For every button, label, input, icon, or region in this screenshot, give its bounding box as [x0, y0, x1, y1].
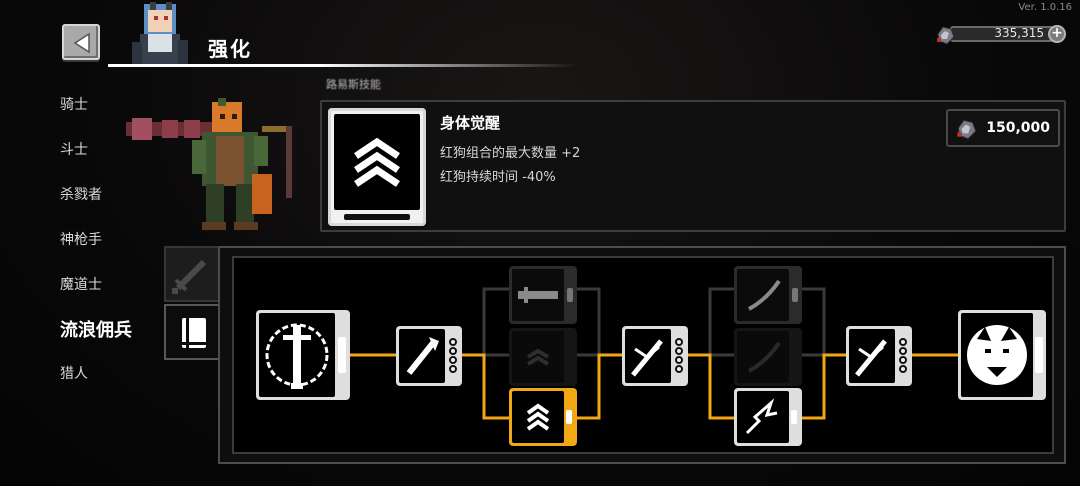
version-label: Ver. 1.0.16 — [1018, 2, 1072, 13]
gem-ore-icon — [957, 119, 977, 140]
currency-display: 335,315 + — [934, 24, 1066, 45]
class-item-slayer[interactable]: 杀戮者 — [60, 184, 102, 204]
character-portrait — [132, 2, 188, 64]
upgrade-cost-amount: 150,000 — [986, 120, 1050, 136]
skill-node-2b[interactable] — [509, 328, 577, 386]
node-side-bar — [338, 337, 346, 373]
wolf-head-icon — [967, 325, 1027, 385]
class-item-gunner[interactable]: 神枪手 — [60, 229, 102, 249]
node-side-bar — [792, 288, 798, 302]
node-face — [512, 391, 564, 443]
skill-node-4b[interactable] — [734, 328, 802, 386]
skill-node-2a[interactable] — [509, 266, 577, 324]
node-face — [259, 313, 335, 397]
node-face — [961, 313, 1033, 397]
class-item-mage[interactable]: 魔道士 — [60, 274, 102, 294]
node-side-bar — [567, 288, 573, 302]
node-side-bar — [791, 410, 797, 424]
tab-skills[interactable] — [164, 304, 220, 360]
lightning-slash-icon — [745, 398, 778, 435]
class-item-fighter[interactable]: 斗士 — [60, 139, 88, 159]
triple-chevron-up-icon — [526, 348, 550, 366]
sword-icon — [172, 259, 207, 294]
gem-ore-icon — [937, 26, 955, 45]
node-face — [399, 329, 445, 383]
upgrade-screen: Ver. 1.0.16 强化 335,315 + 骑士 斗士 杀戮者 神枪手 魔… — [0, 0, 1080, 486]
detail-header: 路易斯技能 — [326, 78, 381, 91]
sword-ring-icon — [265, 323, 329, 389]
node-level-pips — [899, 338, 909, 374]
node-face — [849, 329, 895, 383]
node-face — [737, 269, 789, 321]
book-icon — [182, 318, 206, 348]
skill-effect-2: 红狗持续时间 -40% — [440, 170, 556, 185]
class-item-knight[interactable]: 骑士 — [60, 94, 88, 114]
skill-node-1[interactable] — [396, 326, 462, 386]
skill-node-2c[interactable] — [509, 388, 577, 446]
skill-node-4c[interactable] — [734, 388, 802, 446]
tab-weapon[interactable] — [164, 246, 220, 302]
skill-name: 身体觉醒 — [440, 114, 501, 132]
slash-strike-icon — [631, 339, 663, 377]
back-button[interactable] — [62, 24, 100, 60]
skill-node-3[interactable] — [622, 326, 688, 386]
skill-node-root[interactable] — [256, 310, 350, 400]
skill-effect-1: 红狗组合的最大数量 +2 — [440, 146, 581, 161]
skill-tree — [232, 256, 1054, 454]
hero-sprite — [126, 98, 292, 230]
node-side-bar — [1035, 337, 1043, 373]
triple-chevron-up-icon — [354, 137, 400, 187]
upgrade-cost-button[interactable]: 150,000 — [946, 109, 1060, 147]
skill-detail-icon-frame — [328, 108, 426, 226]
node-level-pips — [675, 338, 685, 374]
broad-blade-icon — [518, 287, 558, 303]
title-underline — [108, 64, 578, 67]
page-title: 强化 — [208, 37, 252, 61]
node-face — [512, 269, 564, 321]
skill-node-5[interactable] — [846, 326, 912, 386]
class-item-mercenary[interactable]: 流浪佣兵 — [60, 316, 132, 342]
plus-icon[interactable]: + — [1048, 25, 1066, 43]
node-level-pips — [449, 338, 459, 374]
node-face — [737, 331, 789, 383]
node-face — [512, 331, 564, 383]
curved-blade-icon — [748, 279, 781, 311]
curved-blade-icon — [748, 341, 781, 373]
skill-node-4a[interactable] — [734, 266, 802, 324]
class-item-hunter[interactable]: 猎人 — [60, 363, 88, 383]
node-face — [625, 329, 671, 383]
skill-detail-icon-bg — [334, 114, 420, 210]
slash-strike-icon — [855, 339, 887, 377]
node-side-bar — [566, 410, 572, 424]
skill-detail-icon-foot — [344, 214, 410, 220]
back-arrow-icon — [73, 32, 90, 54]
currency-amount: 335,315 — [994, 26, 1044, 40]
node-face — [737, 391, 789, 443]
flame-sword-icon — [406, 337, 439, 375]
skill-node-final[interactable] — [958, 310, 1046, 400]
triple-chevron-up-icon — [526, 403, 550, 431]
